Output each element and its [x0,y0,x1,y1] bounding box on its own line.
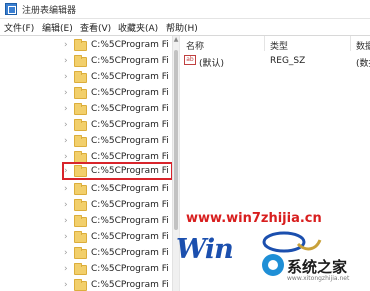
watermark-swoosh-icon [262,231,322,253]
chevron-right-icon[interactable]: › [64,72,68,82]
folder-icon [74,87,87,99]
chevron-right-icon[interactable]: › [64,88,68,98]
tree-item[interactable]: › C:%5CProgram Fi [62,54,170,70]
watermark-url: www.win7zhijia.cn [186,211,322,226]
tree-item-label: C:%5CProgram Fi [91,232,169,242]
value-data: (数据 [356,59,370,69]
tree-item[interactable]: › C:%5CProgram Fi [62,230,170,246]
menu-help[interactable]: 帮助(H) [166,21,198,34]
folder-icon [74,135,87,147]
column-header-data[interactable]: 数据 [356,39,370,52]
tree-item-label: C:%5CProgram Fi [91,200,169,210]
folder-icon [74,55,87,67]
tree-item[interactable]: › C:%5CProgram Fi [62,118,170,134]
tree-item-label: C:%5CProgram Fi [91,248,169,258]
tree-item-label: C:%5CProgram Fi [91,56,169,66]
menu-file[interactable]: 文件(F) [4,21,34,34]
title-bar: 注册表编辑器 [0,0,370,19]
tree-item-label: C:%5CProgram Fi [91,216,169,226]
chevron-right-icon[interactable]: › [64,152,68,162]
menu-bar: 文件(F) 编辑(E) 查看(V) 收藏夹(A) 帮助(H) [0,19,370,36]
watermark-logo-text: Win [176,234,234,265]
tree-item[interactable]: › C:%5CProgram Fi [62,246,170,262]
tree-item[interactable]: › C:%5CProgram Fi [62,262,170,278]
chevron-right-icon[interactable]: › [64,56,68,66]
folder-icon [74,199,87,211]
chevron-right-icon[interactable]: › [64,200,68,210]
menu-edit[interactable]: 编辑(E) [42,21,73,34]
tree-item-label: C:%5CProgram Fi [91,152,169,162]
folder-icon [74,39,87,51]
watermark-site-badge: 系统之家 www.xitongzhijia.net [262,253,370,282]
chevron-right-icon[interactable]: › [64,136,68,146]
tree-item-label: C:%5CProgram Fi [91,280,169,290]
tree-item[interactable]: › C:%5CProgram Fi [62,38,170,54]
tree-item-label: C:%5CProgram Fi [91,264,169,274]
column-header-name[interactable]: 名称 [186,39,204,52]
menu-view[interactable]: 查看(V) [80,21,111,34]
tree-item-label: C:%5CProgram Fi [91,120,169,130]
chevron-right-icon[interactable]: › [64,280,68,290]
chevron-right-icon[interactable]: › [64,248,68,258]
folder-icon [74,247,87,259]
tree-item-label: C:%5CProgram Fi [91,136,169,146]
folder-icon [74,71,87,83]
chevron-right-icon[interactable]: › [64,216,68,226]
tree-item-label: C:%5CProgram Fi [91,40,169,50]
tree-item-label: C:%5CProgram Fi [91,72,169,82]
folder-icon [74,183,87,195]
tree-item[interactable]: › C:%5CProgram Fi [62,86,170,102]
value-type: REG_SZ [270,56,306,66]
tree-item[interactable]: › C:%5CProgram Fi [62,102,170,118]
tree-item-label: C:%5CProgram Fi [91,104,169,114]
tree-item[interactable]: › C:%5CProgram Fi [62,278,170,291]
value-name: (默认) [199,59,225,69]
chevron-right-icon[interactable]: › [64,120,68,130]
chevron-right-icon[interactable]: › [64,184,68,194]
folder-icon [74,103,87,115]
folder-icon [74,279,87,291]
site-domain: www.xitongzhijia.net [287,275,350,282]
tree-item[interactable]: › C:%5CProgram Fi [62,70,170,86]
string-value-icon: ab [184,55,196,65]
registry-tree: › C:%5CProgram Fi › C:%5CProgram Fi › C:… [0,36,172,291]
folder-icon [74,263,87,275]
chevron-right-icon[interactable]: › [64,232,68,242]
chevron-right-icon[interactable]: › [64,40,68,50]
tree-item-label: C:%5CProgram Fi [91,184,169,194]
window-title: 注册表编辑器 [22,6,77,16]
site-logo-icon [262,254,284,276]
tree-item[interactable]: › C:%5CProgram Fi [62,134,170,150]
folder-icon [74,215,87,227]
column-header-type[interactable]: 类型 [270,39,288,52]
value-row[interactable]: ab (默认) REG_SZ (数据 [180,53,370,69]
menu-favorites[interactable]: 收藏夹(A) [118,21,158,34]
folder-icon [74,231,87,243]
tree-item[interactable]: › C:%5CProgram Fi [62,214,170,230]
tree-item[interactable]: › C:%5CProgram Fi [62,182,170,198]
tree-item[interactable]: › C:%5CProgram Fi [62,198,170,214]
column-divider[interactable] [350,36,351,51]
selection-highlight [62,162,172,180]
chevron-right-icon[interactable]: › [64,264,68,274]
chevron-right-icon[interactable]: › [64,104,68,114]
tree-item-label: C:%5CProgram Fi [91,88,169,98]
site-name: 系统之家 [287,258,348,276]
column-divider[interactable] [264,36,265,51]
regedit-icon [5,3,17,15]
scrollbar-thumb[interactable] [174,50,178,230]
folder-icon [74,119,87,131]
